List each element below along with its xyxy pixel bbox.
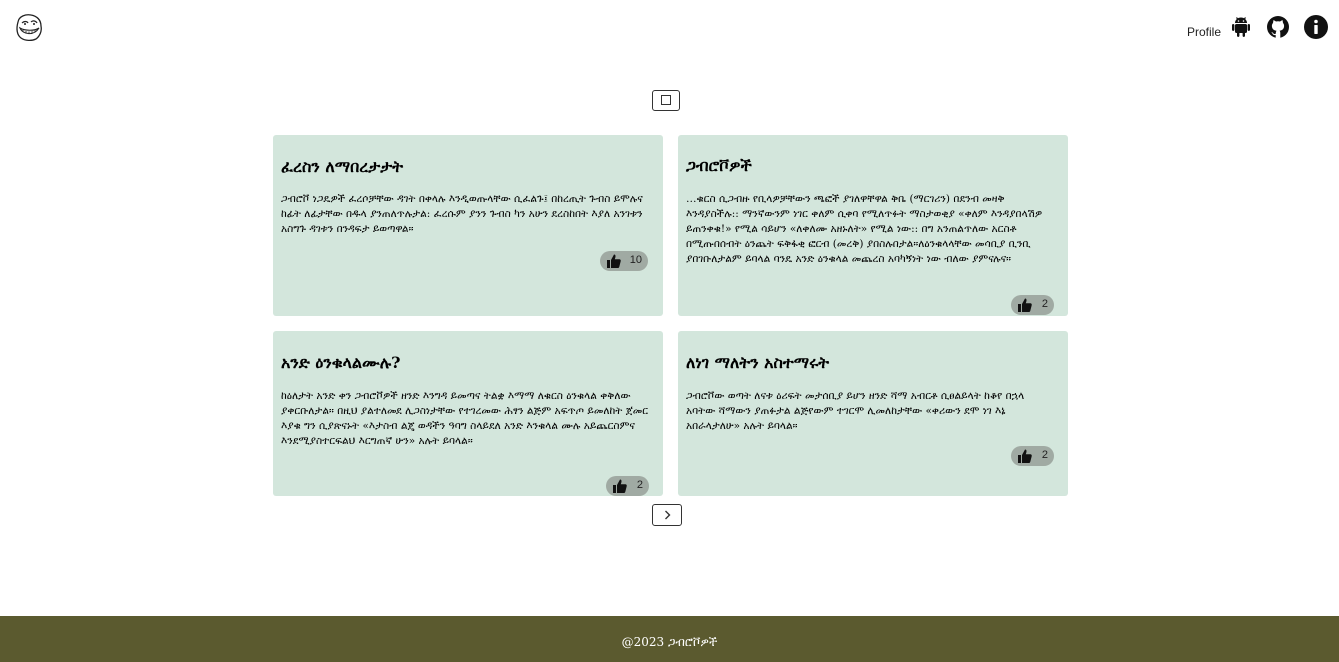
like-count: 2 [636, 479, 643, 491]
post-title: አንድ ዕንቁላልሙሉ? [281, 353, 401, 372]
android-icon[interactable] [1229, 15, 1253, 39]
post-card[interactable]: ለነገ ማለትን አስተማሩት ጋብሮቮው ወጣት ለናቱ ዕሪፍት መታሰቢያ… [678, 331, 1068, 496]
post-card[interactable]: ጋብሮቮዎች …ቁርስ ሲጋብዙ የቢላዎቻቸውን ጫፎች ያገለዋቸዋል ቅቤ… [678, 135, 1068, 316]
like-button[interactable]: 10 [600, 251, 648, 271]
github-icon[interactable] [1266, 15, 1290, 39]
thumbs-up-icon [607, 254, 621, 268]
post-card[interactable]: ፈረስን ለማበረታታት ጋብሮቮ ነጋዴዎች ፈረሶቻቸው ዳገት በቀላሉ … [273, 135, 663, 316]
view-toggle-button[interactable] [652, 90, 680, 111]
like-button[interactable]: 2 [1011, 295, 1054, 315]
post-card[interactable]: አንድ ዕንቁላልሙሉ? ከዕለታት አንድ ቀን ጋብሮቮዎች ዘንድ እንግ… [273, 331, 663, 496]
trollface-logo-icon[interactable] [14, 13, 43, 42]
post-body: …ቁርስ ሲጋብዙ የቢላዎቻቸውን ጫፎች ያገለዋቸዋል ቅቤ (ማርገሪን… [686, 193, 1043, 265]
like-button[interactable]: 2 [606, 476, 649, 496]
chevron-right-icon [665, 510, 671, 520]
like-count: 2 [1041, 298, 1048, 310]
like-count: 2 [1041, 449, 1048, 461]
square-icon [661, 95, 671, 105]
post-body: ከዕለታት አንድ ቀን ጋብሮቮዎች ዘንድ እንግዳ ይመጣና ትልቋ እማ… [281, 390, 649, 447]
profile-link[interactable]: Profile [1187, 25, 1221, 39]
post-title: ፈረስን ለማበረታታት [281, 157, 404, 176]
post-body: ጋብሮቮው ወጣት ለናቱ ዕሪፍት መታሰቢያ ይሆን ዘንድ ሻማ አብርቶ… [686, 390, 1025, 432]
app-header: Profile [0, 0, 1339, 56]
footer-copyright: @2023 ጋብሮቮዎች [621, 635, 718, 649]
post-title: ጋብሮቮዎች [686, 156, 752, 175]
post-title: ለነገ ማለትን አስተማሩት [686, 353, 830, 372]
info-icon[interactable] [1304, 15, 1328, 39]
thumbs-up-icon [613, 479, 627, 493]
thumbs-up-icon [1018, 298, 1032, 312]
thumbs-up-icon [1018, 449, 1032, 463]
like-count: 10 [629, 254, 642, 266]
post-body: ጋብሮቮ ነጋዴዎች ፈረሶቻቸው ዳገት በቀላሉ እንዲወጡላቸው ሲፈልጉ… [281, 193, 643, 235]
next-page-button[interactable] [652, 504, 682, 526]
like-button[interactable]: 2 [1011, 446, 1054, 466]
footer: @2023 ጋብሮቮዎች [0, 616, 1339, 662]
